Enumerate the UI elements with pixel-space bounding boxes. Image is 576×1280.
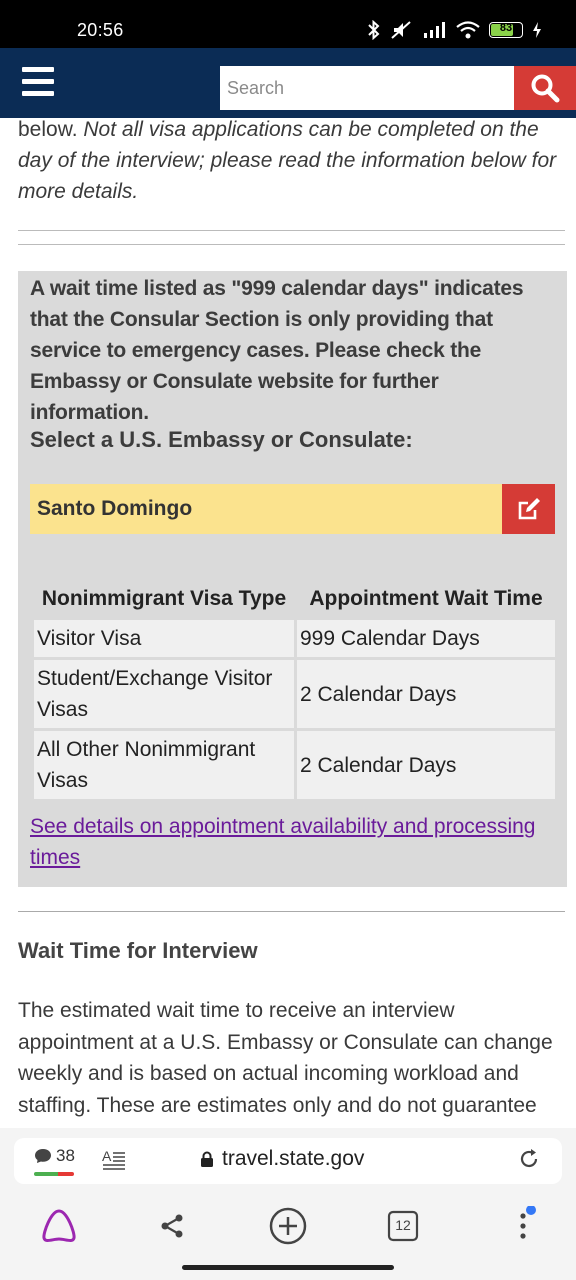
reader-mode-icon[interactable]: A	[102, 1148, 126, 1170]
wifi-icon	[456, 21, 480, 39]
select-post-label: Select a U.S. Embassy or Consulate:	[30, 427, 413, 452]
edit-icon	[518, 498, 540, 520]
search-button[interactable]	[514, 66, 576, 110]
status-bar: 20:56 83	[0, 0, 576, 48]
browser-url-bar: 38 A travel.state.gov	[0, 1128, 576, 1192]
new-tab-button[interactable]	[266, 1204, 310, 1248]
more-button[interactable]	[497, 1204, 541, 1248]
intro-italic: Not all visa applications can be complet…	[18, 118, 557, 203]
comments-counter[interactable]: 38	[34, 1146, 75, 1176]
battery-level: 83	[499, 22, 513, 34]
wait-times-panel: A wait time listed as "999 calendar days…	[18, 271, 567, 887]
share-icon	[161, 1214, 183, 1238]
table-row: Student/Exchange Visitor Visas 2 Calenda…	[34, 660, 555, 728]
column-header: Appointment Wait Time	[309, 587, 543, 610]
visa-type-cell: All Other Nonimmigrant Visas	[34, 731, 294, 799]
url-text: travel.state.gov	[222, 1147, 365, 1170]
section-title: Wait Time for Interview	[18, 938, 258, 963]
url-display[interactable]: travel.state.gov	[200, 1147, 364, 1171]
hamburger-icon[interactable]	[22, 67, 54, 97]
intro-plain: below.	[18, 118, 84, 141]
table-row: All Other Nonimmigrant Visas 2 Calendar …	[34, 731, 555, 799]
tabs-count: 12	[395, 1217, 411, 1233]
lock-icon	[201, 1151, 213, 1167]
wait-time-cell: 999 Calendar Days	[297, 620, 555, 657]
status-time: 20:56	[77, 20, 124, 40]
more-icon	[520, 1206, 536, 1239]
divider	[18, 911, 565, 912]
column-header: Nonimmigrant Visa Type	[41, 587, 287, 610]
alice-button[interactable]	[37, 1204, 81, 1248]
panel-note: A wait time listed as "999 calendar days…	[30, 277, 524, 424]
search-icon	[531, 74, 560, 103]
new-tab-icon	[269, 1207, 307, 1245]
battery-icon: 83	[489, 22, 523, 38]
table-row: Visitor Visa 999 Calendar Days	[34, 620, 555, 657]
signal-icon	[424, 22, 445, 38]
details-link[interactable]: See details on appointment availability …	[30, 811, 555, 873]
search-input[interactable]	[220, 66, 514, 110]
comments-icon	[35, 1149, 51, 1163]
svg-text:A: A	[102, 1148, 112, 1164]
visa-type-cell: Student/Exchange Visitor Visas	[34, 660, 294, 728]
divider	[18, 244, 565, 245]
wait-time-cell: 2 Calendar Days	[297, 731, 555, 799]
main-content: below. Not all visa applications can be …	[0, 118, 576, 1128]
bluetooth-icon	[368, 20, 380, 40]
status-icons: 83	[367, 20, 542, 40]
intro-paragraph: below. Not all visa applications can be …	[18, 118, 563, 207]
alice-icon	[42, 1209, 76, 1243]
home-indicator[interactable]	[182, 1265, 394, 1270]
site-header	[0, 48, 576, 118]
charging-icon	[533, 22, 541, 38]
tabs-button[interactable]: 12	[381, 1204, 425, 1248]
post-selector[interactable]: Santo Domingo	[30, 484, 555, 534]
edit-post-button[interactable]	[502, 484, 555, 534]
divider	[18, 230, 565, 231]
comment-count: 38	[56, 1146, 75, 1165]
visa-type-cell: Visitor Visa	[34, 620, 294, 657]
wait-time-cell: 2 Calendar Days	[297, 660, 555, 728]
share-button[interactable]	[150, 1204, 194, 1248]
wait-time-table: Nonimmigrant Visa Type Appointment Wait …	[31, 578, 558, 802]
section-body: The estimated wait time to receive an in…	[18, 999, 553, 1117]
mute-icon	[391, 21, 411, 39]
selected-post: Santo Domingo	[37, 497, 193, 520]
reload-icon[interactable]	[518, 1148, 540, 1170]
table-header-row: Nonimmigrant Visa Type Appointment Wait …	[34, 581, 555, 617]
